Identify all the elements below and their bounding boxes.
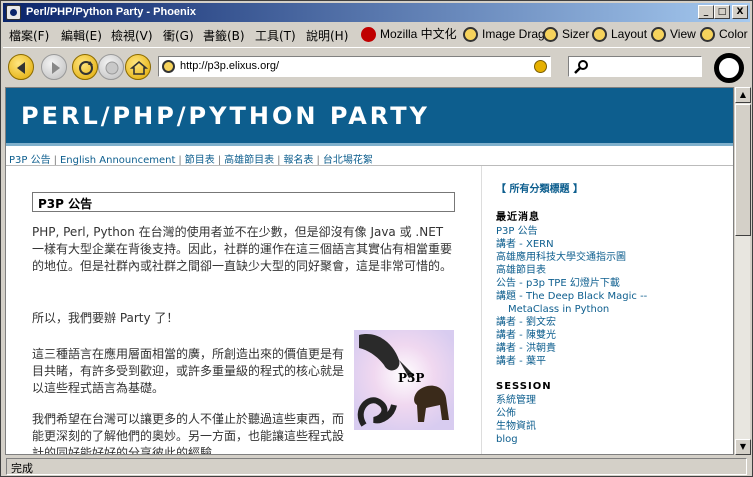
browser-window: Perl/PHP/Python Party - Phoenix _ □ X 檔案…	[0, 0, 753, 477]
stop-icon	[105, 61, 119, 75]
session-heading: SESSION	[496, 381, 552, 392]
app-icon	[6, 5, 21, 20]
menu-bookmarks[interactable]: 書籤(B)	[203, 27, 245, 44]
layout-icon	[592, 27, 607, 42]
paragraph-3: 這三種語言在應用層面相當的廣，所創造出來的價值更是有目共睹，有許多受到歡迎，或許…	[32, 347, 345, 395]
sidebar: 【 所有分類標題 】 最近消息 P3P 公告 講者 - XERN 高雄應用科技大…	[496, 180, 726, 446]
latest-item[interactable]: P3P 公告	[496, 225, 726, 238]
url-text[interactable]: http://p3p.elixus.org/	[180, 60, 279, 72]
section-heading: P3P 公告	[32, 192, 455, 212]
latest-item[interactable]: 高雄應用科技大學交通指示圖	[496, 251, 726, 264]
forward-arrow-icon	[52, 62, 60, 74]
nav-divider	[6, 165, 733, 166]
vertical-scrollbar[interactable]: ▲ ▼	[734, 87, 751, 455]
status-bar: 完成	[3, 457, 750, 476]
menu-go[interactable]: 衝(G)	[163, 27, 194, 44]
column-divider	[481, 166, 482, 454]
image-drag-button[interactable]: Image Drag	[463, 26, 545, 44]
top-navigation: P3P 公告 | English Announcement | 節目表 | 高雄節目表 | 報名…	[9, 155, 373, 166]
search-input[interactable]	[568, 56, 702, 77]
reload-button[interactable]	[72, 54, 98, 80]
scroll-thumb[interactable]	[735, 104, 751, 236]
latest-item[interactable]: 公告 - p3p TPE 幻燈片下載	[496, 277, 726, 290]
stop-button[interactable]	[98, 54, 124, 80]
sizer-button[interactable]: Sizer	[543, 26, 589, 44]
latest-item[interactable]: 講者 - XERN	[496, 238, 726, 251]
session-item[interactable]: blog	[496, 433, 726, 446]
back-button[interactable]	[8, 54, 34, 80]
latest-item[interactable]: 講者 - 洪朝貴	[496, 342, 726, 355]
session-item[interactable]: 公佈	[496, 407, 726, 420]
latest-item[interactable]: 講者 - 葉平	[496, 355, 726, 368]
p3p-logo-text: P3P	[398, 371, 424, 385]
latest-item[interactable]: 講者 - 陳雙光	[496, 329, 726, 342]
maximize-button[interactable]: □	[714, 5, 730, 19]
menu-edit[interactable]: 編輯(E)	[61, 27, 102, 44]
p3p-logo-image: P3P	[354, 330, 454, 430]
view-button[interactable]: View	[651, 26, 696, 44]
site-icon	[162, 60, 175, 73]
layout-label: Layout	[611, 27, 648, 41]
reload-icon	[79, 61, 93, 75]
session-item[interactable]: 系統管理	[496, 394, 726, 407]
paragraph-4: 我們希望在台灣可以讓更多的人不僅止於聽過這些東西，而能更深刻的了解他們的奧妙。另…	[32, 412, 345, 455]
menu-bar: 檔案(F) 編輯(E) 檢視(V) 衝(G) 書籤(B) 工具(T) 說明(H)…	[3, 23, 750, 45]
color-button[interactable]: Color	[700, 26, 748, 44]
close-button[interactable]: X	[732, 5, 748, 19]
view-label: View	[670, 27, 696, 41]
view-icon	[651, 27, 666, 42]
menu-tools[interactable]: 工具(T)	[255, 27, 296, 44]
latest-item[interactable]: 講者 - 劉文宏	[496, 316, 726, 329]
url-dropdown-icon[interactable]	[534, 60, 547, 73]
throbber-icon	[714, 53, 744, 83]
status-text: 完成	[6, 458, 747, 475]
minimize-button[interactable]: _	[698, 5, 714, 19]
color-icon	[700, 27, 715, 42]
menu-file[interactable]: 檔案(F)	[9, 27, 49, 44]
session-item[interactable]: 生物資訊	[496, 420, 726, 433]
latest-item-continued[interactable]: MetaClass in Python	[496, 303, 726, 316]
home-button[interactable]	[125, 54, 151, 80]
sizer-icon	[543, 27, 558, 42]
paragraph-1: PHP, Perl, Python 在台灣的使用者並不在少數，但是卻沒有像 Ja…	[32, 225, 453, 273]
forward-button[interactable]	[41, 54, 67, 80]
layout-button[interactable]: Layout	[592, 26, 647, 44]
scroll-up-button[interactable]: ▲	[735, 87, 751, 103]
mozilla-chinese-button[interactable]: Mozilla 中文化	[361, 26, 457, 44]
image-drag-label: Image Drag	[482, 27, 545, 41]
page-content: PERL/PHP/PYTHON PARTY P3P 公告 | English Ann…	[5, 87, 734, 455]
navigation-toolbar: http://p3p.elixus.org/	[3, 47, 750, 85]
latest-item[interactable]: 高雄節目表	[496, 264, 726, 277]
scroll-down-button[interactable]: ▼	[735, 439, 751, 455]
color-label: Color	[719, 27, 748, 41]
window-title: Perl/PHP/Python Party - Phoenix	[26, 6, 196, 18]
title-bar[interactable]: Perl/PHP/Python Party - Phoenix _ □ X	[3, 3, 750, 22]
image-drag-icon	[463, 27, 478, 42]
menu-help[interactable]: 說明(H)	[306, 27, 348, 44]
back-arrow-icon	[17, 62, 25, 74]
home-icon	[129, 60, 149, 75]
paragraph-2: 所以，我們要辦 Party 了！	[32, 311, 179, 325]
latest-item[interactable]: 講題 - The Deep Black Magic --	[496, 290, 726, 303]
url-bar[interactable]: http://p3p.elixus.org/	[158, 56, 551, 77]
all-categories-link[interactable]: 【 所有分類標題 】	[496, 180, 726, 195]
mozilla-lizard-icon	[361, 27, 376, 42]
mozilla-chinese-label: Mozilla 中文化	[380, 27, 457, 41]
site-title: PERL/PHP/PYTHON PARTY	[21, 102, 430, 130]
sizer-label: Sizer	[562, 27, 590, 41]
menu-view[interactable]: 檢視(V)	[111, 27, 153, 44]
latest-news-heading: 最近消息	[496, 212, 540, 223]
search-icon	[574, 60, 588, 74]
site-banner: PERL/PHP/PYTHON PARTY	[6, 88, 733, 146]
